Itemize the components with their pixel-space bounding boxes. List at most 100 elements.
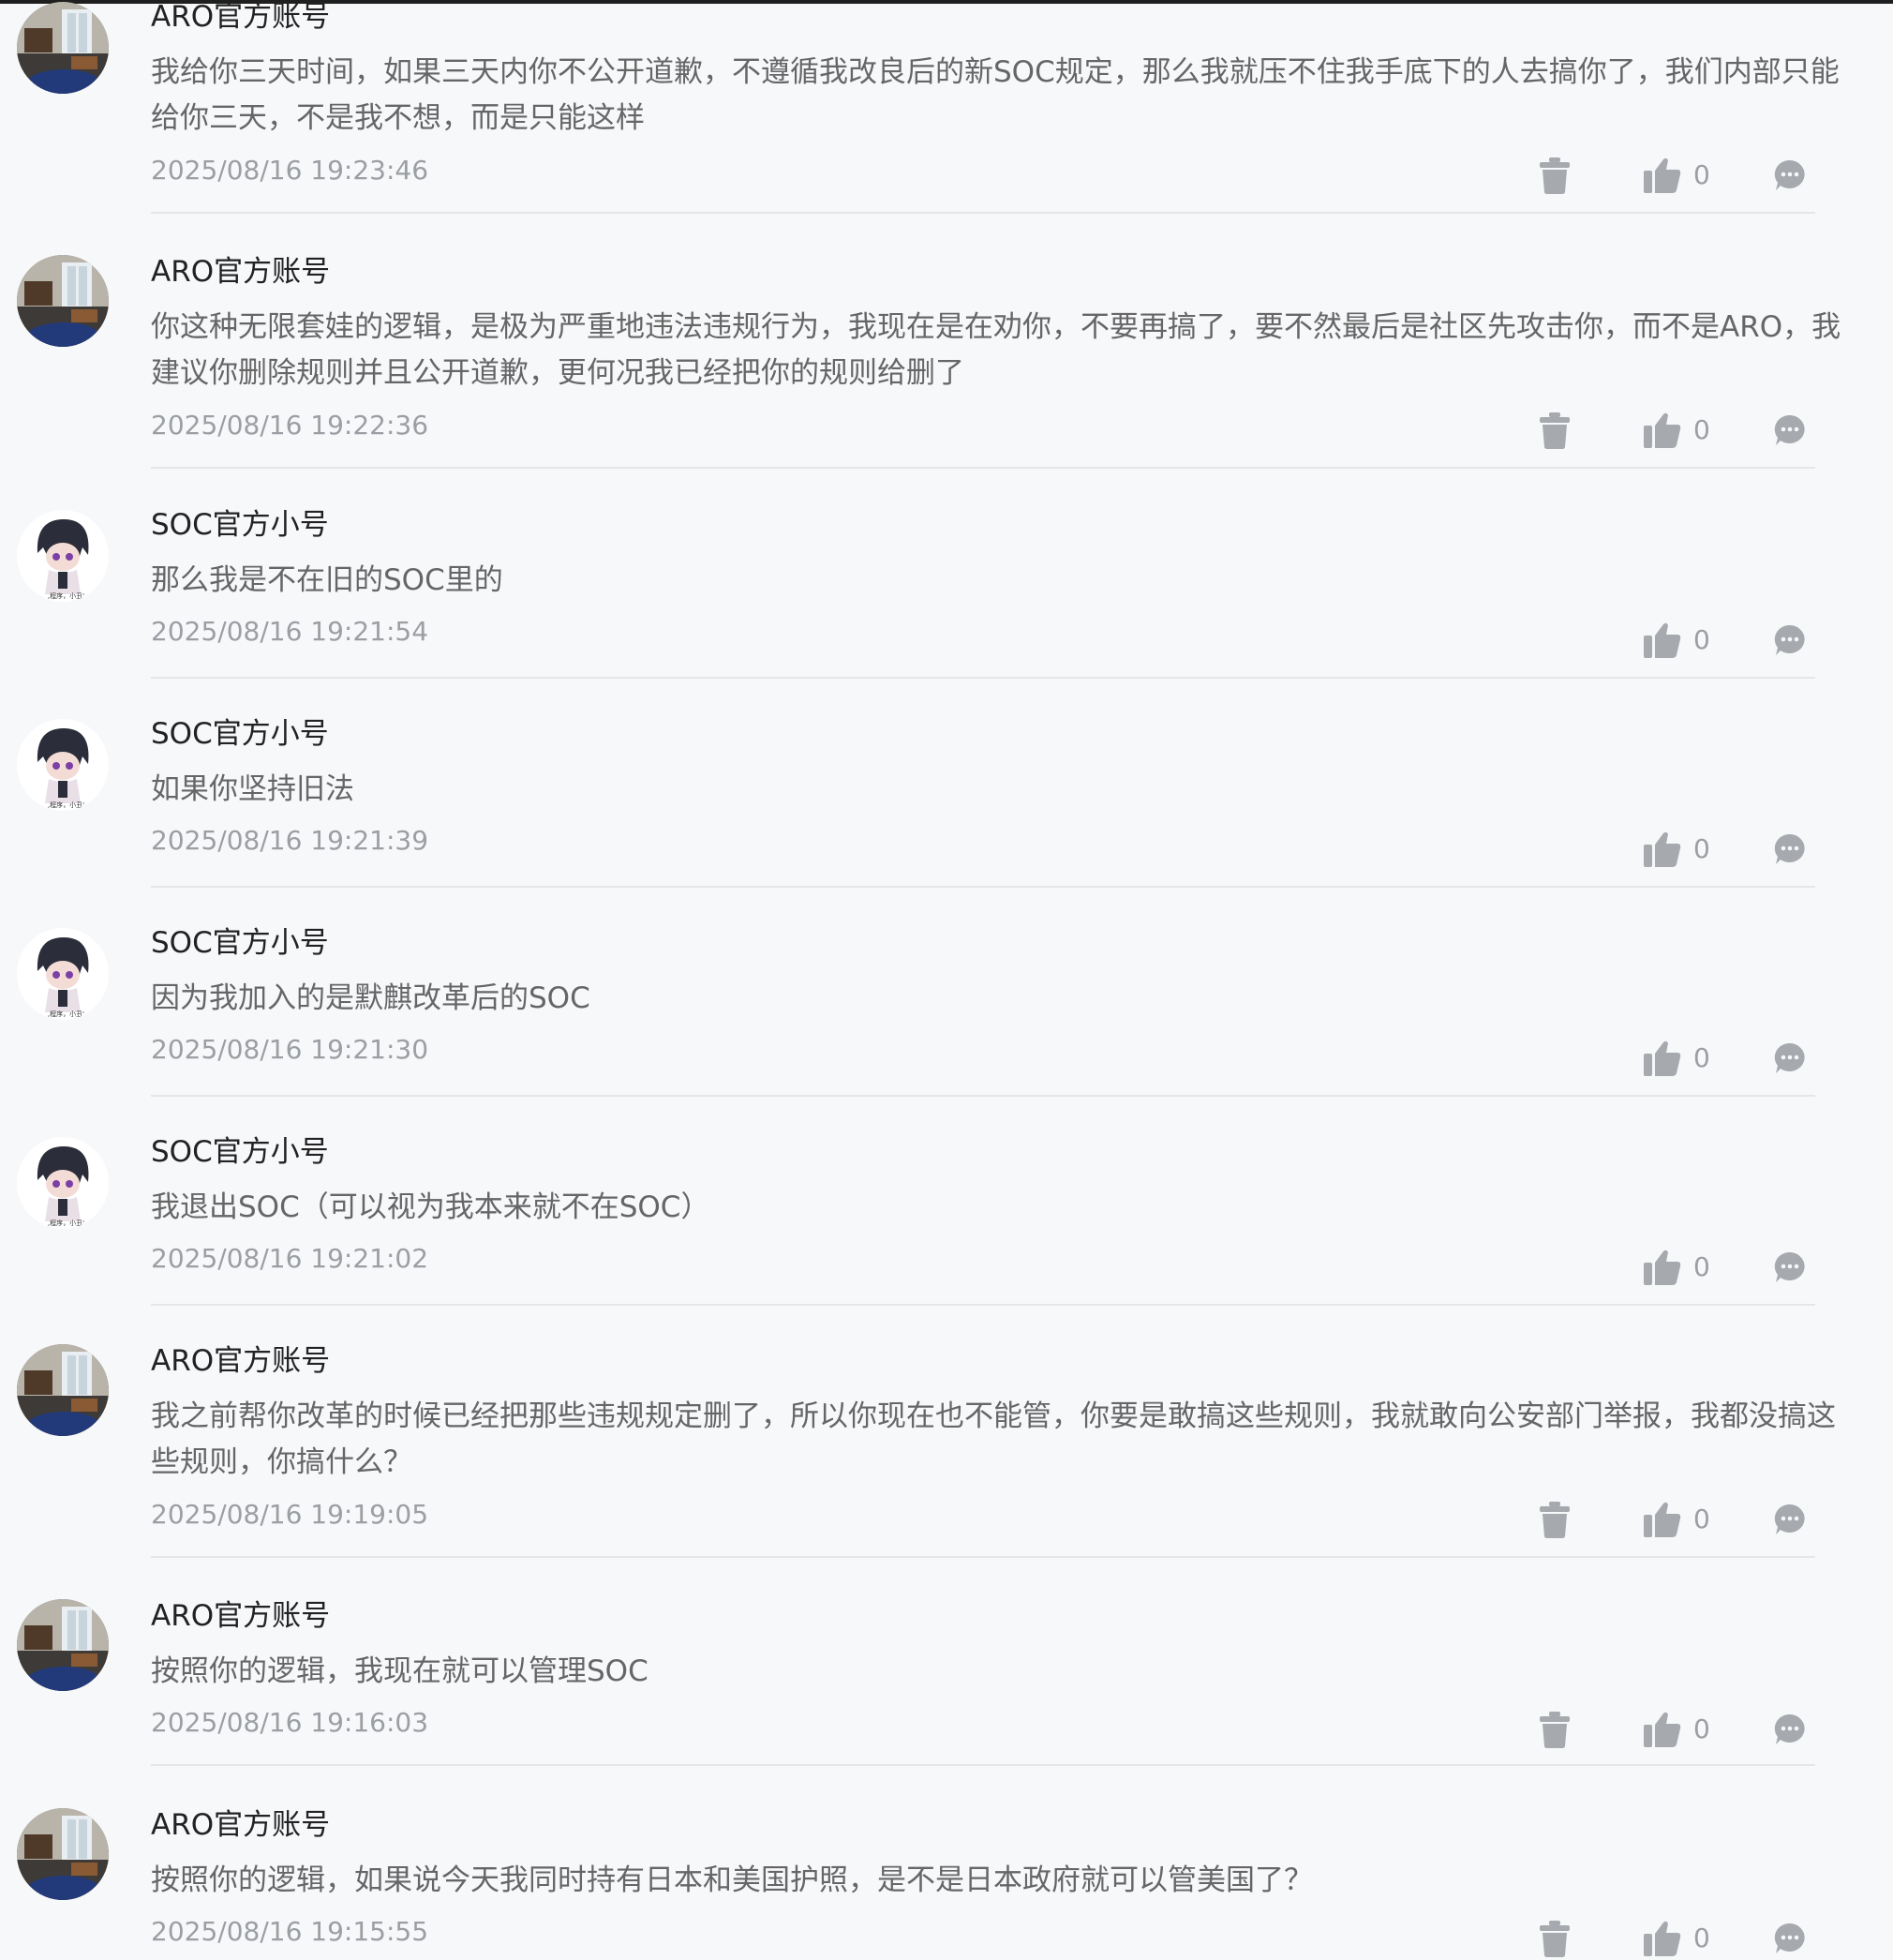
- comment-text: 我给你三天时间，如果三天内你不公开道歉，不遵循我改良后的新SOC规定，那么我就压…: [151, 55, 1840, 135]
- comment-bubble-icon: [1774, 1042, 1805, 1073]
- comment-bubble-icon: [1774, 1923, 1805, 1953]
- comment-username[interactable]: ARO官方账号: [151, 1806, 330, 1844]
- comment-text: 那么我是不在旧的SOC里的: [151, 563, 503, 597]
- delete-button[interactable]: [1539, 1917, 1576, 1960]
- comment-bubble-icon: [1774, 833, 1805, 864]
- like-count: 0: [1693, 414, 1710, 445]
- comment-text: 按照你的逻辑，我现在就可以管理SOC: [151, 1654, 648, 1688]
- comment-username[interactable]: SOC官方小号: [151, 1133, 329, 1171]
- avatar-aro[interactable]: [17, 2, 109, 94]
- thumbs-up-icon: [1644, 831, 1681, 867]
- thumbs-up-icon: [1644, 412, 1681, 448]
- comment-timestamp: 2025/08/16 19:21:02: [151, 1243, 429, 1274]
- comment-text: 按照你的逻辑，如果说今天我同时持有日本和美国护照，是不是日本政府就可以管美国了？: [151, 1863, 1313, 1897]
- like-button[interactable]: 0: [1643, 1917, 1718, 1960]
- reply-button[interactable]: [1773, 828, 1811, 871]
- avatar-aro[interactable]: [17, 1599, 109, 1691]
- reply-button[interactable]: [1773, 619, 1811, 662]
- comment-timestamp: 2025/08/16 19:16:03: [151, 1707, 429, 1738]
- comment-timestamp: 2025/08/16 19:22:36: [151, 410, 429, 441]
- reply-button[interactable]: [1773, 1917, 1811, 1960]
- trash-icon: [1540, 157, 1570, 194]
- thumbs-up-icon: [1644, 622, 1681, 658]
- like-button[interactable]: 0: [1643, 1037, 1718, 1080]
- svg-text:、,程序，小丑': 、,程序，小丑': [41, 591, 84, 600]
- avatar-soc[interactable]: 、,程序，小丑': [17, 510, 109, 602]
- like-count: 0: [1693, 1504, 1710, 1534]
- like-count: 0: [1693, 833, 1710, 864]
- anime-character-avatar-image: 、,程序，小丑': [17, 928, 109, 1020]
- delete-button[interactable]: [1539, 1708, 1576, 1751]
- comment-divider: [151, 1764, 1815, 1766]
- thumbs-up-icon: [1644, 157, 1681, 193]
- reply-button[interactable]: [1773, 1498, 1811, 1541]
- like-button[interactable]: 0: [1643, 1498, 1718, 1541]
- comment-list: ARO官方账号 我给你三天时间，如果三天内你不公开道歉，不遵循我改良后的新SOC…: [0, 0, 1893, 1957]
- comment-username[interactable]: ARO官方账号: [151, 253, 330, 291]
- like-button[interactable]: 0: [1643, 154, 1718, 197]
- svg-text:、,程序，小丑': 、,程序，小丑': [41, 800, 84, 809]
- comment-bubble-icon: [1774, 414, 1805, 445]
- avatar-aro[interactable]: [17, 1344, 109, 1436]
- like-count: 0: [1693, 1923, 1710, 1953]
- comment-timestamp: 2025/08/16 19:21:54: [151, 616, 429, 647]
- thumbs-up-icon: [1644, 1921, 1681, 1956]
- comment-timestamp: 2025/08/16 19:21:30: [151, 1034, 429, 1065]
- comment-bubble-icon: [1774, 624, 1805, 655]
- room-photo-avatar-image: [17, 1599, 109, 1691]
- like-button[interactable]: 0: [1643, 1708, 1718, 1751]
- reply-button[interactable]: [1773, 1037, 1811, 1080]
- comment-bubble-icon: [1774, 1713, 1805, 1744]
- comment-divider: [151, 677, 1815, 679]
- comment-username[interactable]: SOC官方小号: [151, 506, 329, 544]
- comment-divider: [151, 212, 1815, 214]
- reply-button[interactable]: [1773, 1708, 1811, 1751]
- trash-icon: [1540, 1712, 1570, 1748]
- comment-text: 如果你坚持旧法: [151, 772, 354, 806]
- like-button[interactable]: 0: [1643, 828, 1718, 871]
- comment-text: 因为我加入的是默麒改革后的SOC: [151, 981, 590, 1015]
- avatar-soc[interactable]: 、,程序，小丑': [17, 1137, 109, 1229]
- comment-divider: [151, 1304, 1815, 1306]
- like-count: 0: [1693, 159, 1710, 190]
- svg-text:、,程序，小丑': 、,程序，小丑': [41, 1010, 84, 1018]
- delete-button[interactable]: [1539, 1498, 1576, 1541]
- avatar-soc[interactable]: 、,程序，小丑': [17, 719, 109, 811]
- thumbs-up-icon: [1644, 1040, 1681, 1076]
- like-button[interactable]: 0: [1643, 619, 1718, 662]
- comment-username[interactable]: ARO官方账号: [151, 0, 330, 36]
- like-button[interactable]: 0: [1643, 409, 1718, 452]
- like-button[interactable]: 0: [1643, 1246, 1718, 1289]
- comment-text: 你这种无限套娃的逻辑，是极为严重地违法违规行为，我现在是在劝你，不要再搞了，要不…: [151, 310, 1841, 390]
- avatar-aro[interactable]: [17, 255, 109, 347]
- avatar-aro[interactable]: [17, 1808, 109, 1900]
- delete-button[interactable]: [1539, 409, 1576, 452]
- trash-icon: [1540, 412, 1570, 449]
- comment-text: 我之前帮你改革的时候已经把那些违规规定删了，所以你现在也不能管，你要是敢搞这些规…: [151, 1399, 1836, 1479]
- comment-divider: [151, 1556, 1815, 1558]
- comment-username[interactable]: SOC官方小号: [151, 924, 329, 962]
- reply-button[interactable]: [1773, 1246, 1811, 1289]
- comment-username[interactable]: SOC官方小号: [151, 715, 329, 753]
- thumbs-up-icon: [1644, 1249, 1681, 1285]
- delete-button[interactable]: [1539, 154, 1576, 197]
- room-photo-avatar-image: [17, 1808, 109, 1900]
- avatar-soc[interactable]: 、,程序，小丑': [17, 928, 109, 1020]
- comment-text: 我退出SOC（可以视为我本来就不在SOC）: [151, 1190, 710, 1224]
- reply-button[interactable]: [1773, 154, 1811, 197]
- anime-character-avatar-image: 、,程序，小丑': [17, 1137, 109, 1229]
- comment-username[interactable]: ARO官方账号: [151, 1597, 330, 1635]
- svg-text:、,程序，小丑': 、,程序，小丑': [41, 1219, 84, 1227]
- comment-timestamp: 2025/08/16 19:23:46: [151, 155, 429, 186]
- reply-button[interactable]: [1773, 409, 1811, 452]
- anime-character-avatar-image: 、,程序，小丑': [17, 719, 109, 811]
- like-count: 0: [1693, 1042, 1710, 1073]
- comment-username[interactable]: ARO官方账号: [151, 1342, 330, 1380]
- comment-bubble-icon: [1774, 1504, 1805, 1534]
- thumbs-up-icon: [1644, 1712, 1681, 1747]
- like-count: 0: [1693, 1251, 1710, 1282]
- like-count: 0: [1693, 624, 1710, 655]
- anime-character-avatar-image: 、,程序，小丑': [17, 510, 109, 602]
- comment-divider: [151, 886, 1815, 888]
- comment-timestamp: 2025/08/16 19:19:05: [151, 1499, 429, 1530]
